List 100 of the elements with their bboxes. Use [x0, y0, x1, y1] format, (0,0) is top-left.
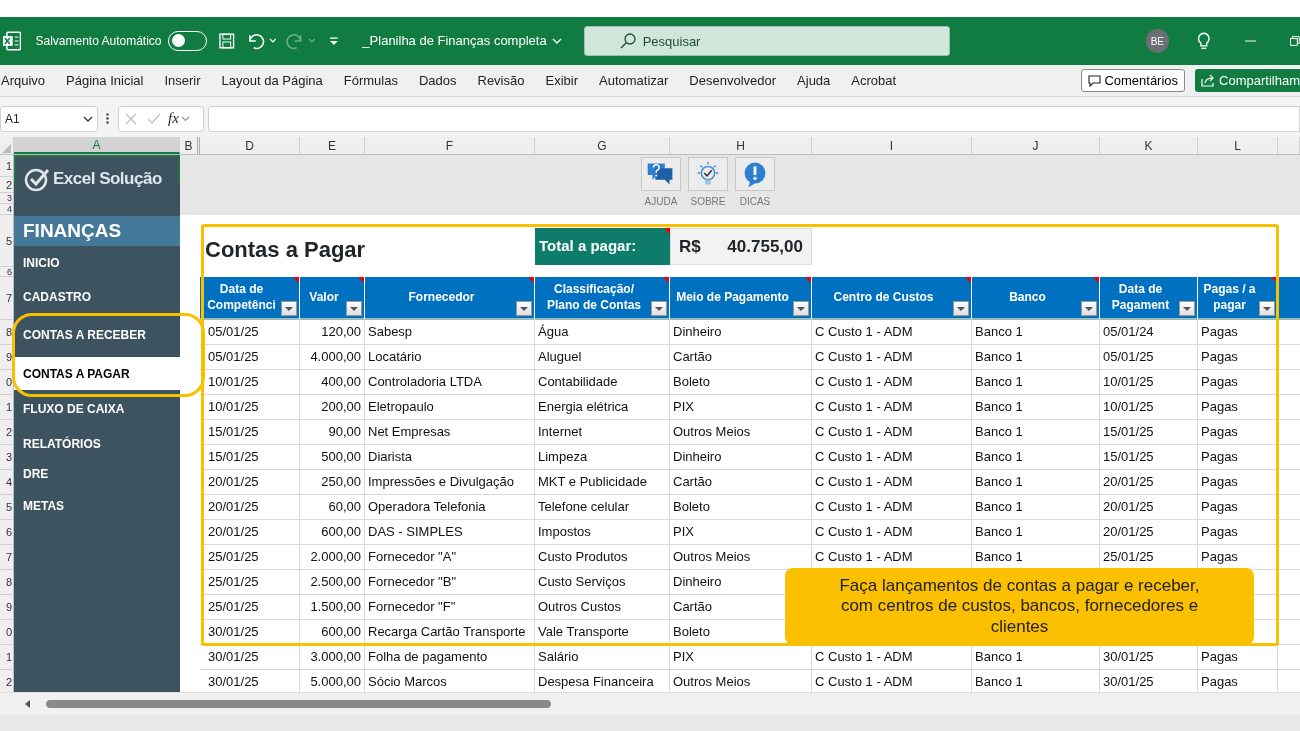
table-cell: Sabesp [365, 320, 535, 345]
table-cell: Dinheiro [670, 320, 812, 345]
column-header[interactable]: H [670, 137, 812, 154]
table-cell: Fornecedor "B" [365, 570, 535, 595]
row-header[interactable]: 6 [0, 267, 13, 277]
row-header[interactable]: 3 [0, 445, 13, 470]
chevron-icon [83, 115, 93, 122]
table-cell: 10/01/25 [1100, 370, 1198, 395]
sidebar-item[interactable]: RELATÓRIOS [14, 428, 180, 459]
ribbon-tab[interactable]: Ajuda [797, 70, 831, 91]
row-header[interactable]: 4 [0, 204, 13, 215]
row-header[interactable]: 8 [0, 320, 13, 345]
comments-button[interactable]: Comentários [1081, 69, 1186, 92]
column-header[interactable]: E [300, 137, 365, 154]
table-cell: Pagas [1198, 320, 1278, 345]
column-header[interactable]: K [1100, 137, 1198, 154]
sidebar-item[interactable]: INICIO [14, 246, 180, 280]
row-header[interactable]: 7 [0, 545, 13, 570]
formula-input[interactable] [208, 105, 1300, 132]
more-icon[interactable] [106, 113, 109, 124]
row-header[interactable]: 5 [0, 215, 13, 267]
filter-button[interactable] [516, 301, 532, 316]
column-header[interactable]: L [1198, 137, 1278, 154]
table-cell: Pagas [1198, 470, 1278, 495]
filter-button[interactable] [346, 301, 362, 316]
column-heading: Data de Pagament [1100, 277, 1198, 320]
filter-button[interactable] [651, 301, 667, 316]
logo-check-icon [24, 167, 50, 193]
row-header[interactable]: 2 [0, 177, 13, 193]
column-header[interactable]: D [200, 137, 300, 154]
column-heading: Banco [972, 277, 1100, 320]
column-header[interactable]: G [535, 137, 670, 154]
table-cell: 20/01/25 [1100, 495, 1198, 520]
ribbon-tab[interactable]: Página Inicial [66, 70, 144, 91]
table-cell: Custo Serviços [535, 570, 670, 595]
row-header[interactable]: 2 [0, 420, 13, 445]
name-box-value: A1 [5, 110, 20, 128]
customize-icon[interactable] [328, 36, 339, 46]
ribbon-tab[interactable]: Exibir [545, 70, 578, 91]
caret-icon[interactable] [268, 38, 277, 44]
sidebar-item[interactable]: DRE [14, 459, 180, 489]
redo-icon [286, 32, 304, 50]
filter-button[interactable] [1259, 301, 1275, 316]
table-cell: 250,00 [300, 470, 365, 495]
row-header[interactable]: 6 [0, 520, 13, 545]
filter-button[interactable] [793, 301, 809, 316]
name-box[interactable]: A1 [0, 105, 98, 132]
column-header[interactable]: I [812, 137, 972, 154]
ribbon-tab[interactable]: Automatizar [599, 70, 669, 91]
table-cell: Impostos [535, 520, 670, 545]
row-header[interactable]: 0 [0, 370, 13, 395]
column-heading: Classificação/ Plano de Contas [535, 277, 670, 320]
ribbon-tab[interactable]: Revisão [477, 70, 525, 91]
lightbulb-icon[interactable] [1197, 32, 1211, 50]
filter-button[interactable] [1179, 301, 1195, 316]
column-header[interactable]: A [14, 137, 180, 154]
ribbon-tab[interactable]: Desenvolvedor [689, 70, 777, 91]
ribbon-tab[interactable]: Arquivo [1, 70, 46, 91]
row-header[interactable]: 9 [0, 595, 13, 620]
ribbon-tab[interactable]: Dados [418, 70, 457, 91]
table-cell: C Custo 1 - ADM [812, 345, 972, 370]
restore-icon[interactable] [1290, 36, 1300, 46]
row-header[interactable]: 3 [0, 193, 13, 204]
row-header[interactable]: 1 [0, 645, 13, 670]
file-name-menu[interactable]: _Planilha de Finanças completa [362, 31, 562, 51]
table-cell: C Custo 1 - ADM [812, 495, 972, 520]
row-header[interactable]: 1 [0, 395, 13, 420]
column-header[interactable]: F [365, 137, 535, 154]
sidebar-item[interactable]: CONTAS A PAGAR [14, 357, 180, 390]
filter-button[interactable] [281, 301, 297, 316]
avatar[interactable]: BE [1145, 29, 1169, 53]
row-header[interactable]: 7 [0, 277, 13, 320]
sidebar-item[interactable]: CADASTRO [14, 280, 180, 313]
column-header[interactable]: J [972, 137, 1100, 154]
scrollbar-thumb[interactable] [46, 700, 551, 708]
save-icon[interactable] [219, 33, 236, 49]
excel-icon[interactable] [2, 31, 22, 51]
sidebar-item[interactable]: FLUXO DE CAIXA [14, 390, 180, 428]
row-header[interactable]: 0 [0, 620, 13, 645]
search-field[interactable]: Pesquisar [583, 26, 950, 56]
filter-button[interactable] [953, 301, 969, 316]
filter-button[interactable] [1081, 301, 1097, 316]
share-button[interactable]: Compartilham [1195, 69, 1300, 92]
row-header[interactable]: 9 [0, 345, 13, 370]
row-header[interactable]: 4 [0, 470, 13, 495]
table-cell: PIX [670, 395, 812, 420]
row-header[interactable]: 8 [0, 570, 13, 595]
ribbon-tab[interactable]: Fórmulas [343, 70, 398, 91]
sidebar-item[interactable]: METAS [14, 489, 180, 523]
column-heading: Meio de Pagamento [670, 277, 812, 320]
ribbon-tab[interactable]: Layout da Página [221, 70, 323, 91]
row-header[interactable]: 1 [0, 155, 13, 177]
sidebar-item[interactable]: CONTAS A RECEBER [14, 313, 180, 357]
ribbon-tab[interactable]: Inserir [164, 70, 201, 91]
insert-function-button[interactable]: fx [168, 107, 179, 130]
table-cell: 90,00 [300, 420, 365, 445]
undo-icon[interactable] [247, 32, 265, 50]
scroll-left-icon[interactable] [24, 700, 32, 708]
row-header[interactable]: 5 [0, 495, 13, 520]
ribbon-tab[interactable]: Acrobat [851, 70, 897, 91]
